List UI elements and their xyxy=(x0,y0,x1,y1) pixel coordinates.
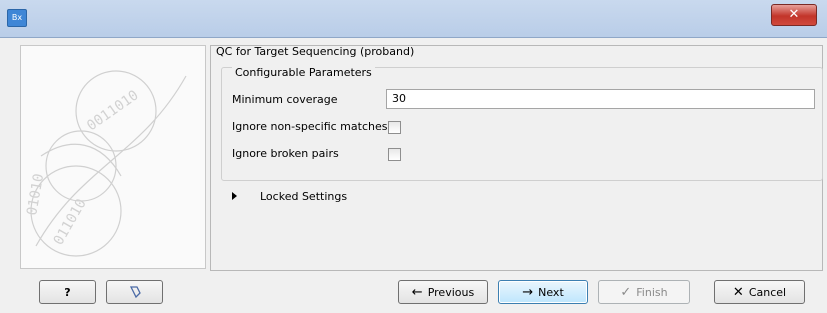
ignore-nonspecific-label: Ignore non-specific matches xyxy=(232,120,388,133)
group-title: Configurable Parameters xyxy=(232,66,375,79)
min-coverage-input[interactable]: 30 xyxy=(386,89,815,109)
expand-triangle-icon[interactable] xyxy=(232,192,237,200)
ignore-nonspecific-checkbox[interactable] xyxy=(388,121,401,134)
reset-button[interactable] xyxy=(106,280,163,304)
cancel-button[interactable]: ✕ Cancel xyxy=(714,280,805,304)
page-title: QC for Target Sequencing (proband) xyxy=(216,45,415,58)
close-button[interactable]: ✕ xyxy=(771,4,817,26)
finish-label: Finish xyxy=(636,285,668,299)
svg-text:0011010: 0011010 xyxy=(84,87,142,134)
finish-button[interactable]: ✓ Finish xyxy=(598,280,690,304)
reset-icon xyxy=(129,286,141,299)
help-icon: ? xyxy=(64,285,71,299)
next-label: Next xyxy=(538,285,564,299)
previous-label: Previous xyxy=(427,285,475,299)
wizard-art-image: 0011010 01010 011010 xyxy=(24,70,187,257)
locked-settings-label[interactable]: Locked Settings xyxy=(260,190,347,203)
app-icon: Bx xyxy=(7,9,27,27)
checkmark-icon: ✓ xyxy=(620,284,632,300)
svg-text:011010: 011010 xyxy=(51,196,90,248)
arrow-right-icon: → xyxy=(522,284,534,300)
title-bar: Bx ✕ xyxy=(0,0,827,38)
svg-text:01010: 01010 xyxy=(24,172,47,216)
help-button[interactable]: ? xyxy=(39,280,96,304)
x-icon: ✕ xyxy=(732,284,744,300)
next-button[interactable]: → Next xyxy=(498,280,588,304)
previous-button[interactable]: ← Previous xyxy=(398,280,488,304)
cancel-label: Cancel xyxy=(748,285,787,299)
ignore-broken-pairs-checkbox[interactable] xyxy=(388,148,401,161)
wizard-art-panel: 0011010 01010 011010 xyxy=(20,45,206,269)
arrow-left-icon: ← xyxy=(411,284,423,300)
min-coverage-label: Minimum coverage xyxy=(232,93,338,106)
ignore-broken-pairs-label: Ignore broken pairs xyxy=(232,147,339,160)
